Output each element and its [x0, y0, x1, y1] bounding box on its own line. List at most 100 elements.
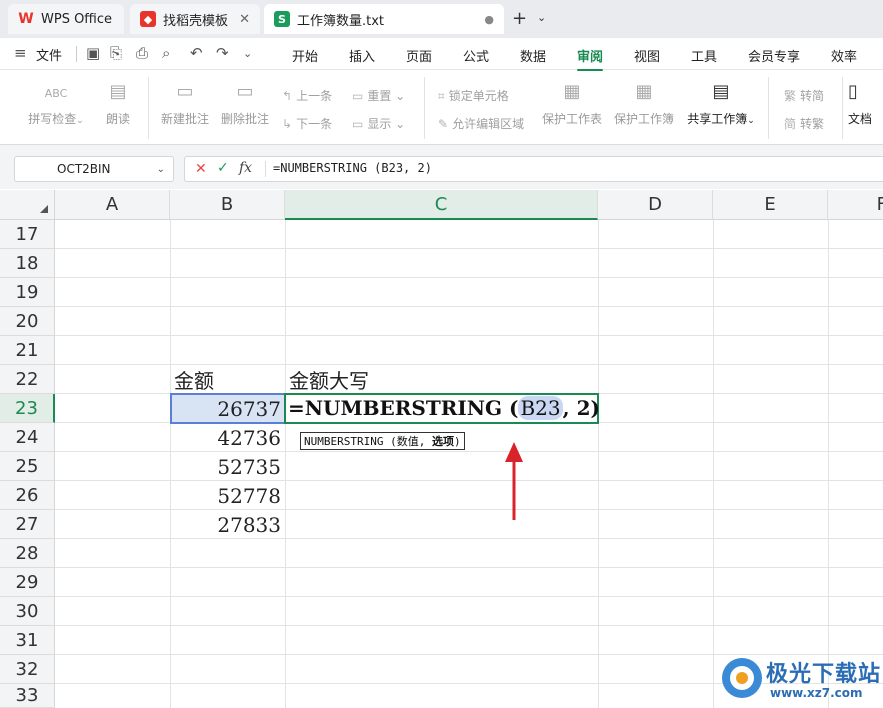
tab-wps-office[interactable]: W WPS Office	[8, 4, 124, 34]
select-all-corner[interactable]	[0, 190, 55, 220]
protect-book-icon: ▦	[635, 81, 653, 102]
to-traditional-button[interactable]: 繁转简	[784, 87, 824, 104]
wps-logo-icon: W	[18, 11, 34, 27]
prev-label: 上一条	[296, 89, 333, 103]
row-header-25[interactable]: 25	[0, 452, 55, 481]
lock-cell-label: 锁定单元格	[448, 89, 509, 103]
cell-b23[interactable]: 26737	[170, 394, 285, 423]
chevron-down-icon[interactable]: ⌄	[243, 47, 252, 60]
column-header-b[interactable]: B	[170, 190, 285, 220]
reset-button[interactable]: ▭ 重置 ⌄	[352, 87, 405, 104]
chevron-down-icon[interactable]: ⌄	[157, 164, 165, 175]
to-simplified-label: 转繁	[800, 117, 825, 131]
menu-start[interactable]: 开始	[292, 46, 318, 65]
row-header-27[interactable]: 27	[0, 510, 55, 539]
show-label: 显示	[367, 117, 392, 131]
menu-tools[interactable]: 工具	[691, 46, 717, 65]
menu-formula[interactable]: 公式	[463, 46, 489, 65]
export-icon[interactable]: ⎘	[110, 44, 122, 62]
row-header-19[interactable]: 19	[0, 278, 55, 307]
formula-text[interactable]: =NUMBERSTRING (B23, 2)	[273, 161, 432, 175]
cell-b26[interactable]: 52778	[170, 481, 285, 510]
unsaved-dot-icon[interactable]: ●	[484, 13, 494, 26]
column-header-a[interactable]: A	[55, 190, 170, 220]
allow-edit-range-label: 允许编辑区域	[452, 117, 525, 131]
name-box[interactable]: OCT2BIN ⌄	[14, 156, 174, 182]
cell-b22[interactable]: 金额	[170, 365, 285, 394]
formula-input[interactable]: ✕ ✓ fx =NUMBERSTRING (B23, 2)	[184, 156, 883, 182]
save-icon[interactable]: ▣	[86, 44, 100, 62]
divider	[768, 77, 769, 139]
function-tooltip: NUMBERSTRING (数值, 选项)	[300, 432, 465, 450]
close-icon[interactable]: ✕	[239, 12, 250, 27]
menu-file[interactable]: 文件	[36, 45, 62, 64]
lock-cell-button[interactable]: ⌗ 锁定单元格	[438, 87, 509, 104]
cell-c23-formula[interactable]: =NUMBERSTRING (B23, 2)	[288, 396, 600, 420]
hamburger-icon[interactable]: ≡	[14, 44, 27, 62]
menu-member[interactable]: 会员专享	[748, 46, 800, 65]
row-header-22[interactable]: 22	[0, 365, 55, 394]
cell-b25[interactable]: 52735	[170, 452, 285, 481]
protect-book-button[interactable]: ▦ 保护工作簿	[612, 81, 676, 127]
confirm-icon[interactable]: ✓	[217, 160, 229, 176]
prev-comment-button[interactable]: ↰ 上一条	[282, 87, 332, 104]
row-header-28[interactable]: 28	[0, 539, 55, 568]
read-aloud-label: 朗读	[105, 112, 130, 126]
cancel-icon[interactable]: ✕	[195, 161, 207, 177]
cell-b27[interactable]: 27833	[170, 510, 285, 539]
next-comment-button[interactable]: ↳ 下一条	[282, 115, 332, 132]
row-header-31[interactable]: 31	[0, 626, 55, 655]
protect-sheet-button[interactable]: ▦ 保护工作表	[540, 81, 604, 127]
read-aloud-button[interactable]: ▤ 朗读	[88, 81, 148, 127]
column-header-f[interactable]: F	[828, 190, 883, 220]
menu-data[interactable]: 数据	[520, 46, 546, 65]
insert-function-icon[interactable]: fx	[239, 160, 252, 176]
row-header-23[interactable]: 23	[0, 394, 55, 423]
prev-icon: ↰	[282, 89, 293, 103]
print-icon[interactable]: ⎙	[136, 44, 148, 62]
to-simplified-button[interactable]: 简转繁	[784, 115, 824, 132]
protect-book-label: 保护工作簿	[613, 112, 674, 126]
menu-efficiency[interactable]: 效率	[831, 46, 857, 65]
row-header-20[interactable]: 20	[0, 307, 55, 336]
new-comment-button[interactable]: ▭ 新建批注	[155, 81, 215, 127]
column-header-e[interactable]: E	[713, 190, 828, 220]
document-button[interactable]: ▯ 文档	[848, 81, 883, 127]
watermark-brand: 极光下载站	[766, 662, 882, 687]
delete-comment-button[interactable]: ▭ 删除批注	[215, 81, 275, 127]
new-tab-icon[interactable]: +	[512, 8, 527, 29]
row-header-17[interactable]: 17	[0, 220, 55, 249]
show-button[interactable]: ▭ 显示 ⌄	[352, 115, 405, 132]
protect-sheet-label: 保护工作表	[541, 112, 602, 126]
row-header-33[interactable]: 33	[0, 684, 55, 708]
cell-b24[interactable]: 42736	[170, 423, 285, 452]
row-header-18[interactable]: 18	[0, 249, 55, 278]
ribbon-review: ABC 拼写检查⌄ ▤ 朗读 ▭ 新建批注 ▭ 删除批注 ↰ 上一条 ↳ 下一条 ▭…	[0, 71, 883, 145]
chevron-down-icon[interactable]: ⌄	[537, 11, 546, 24]
cell-c22[interactable]: 金额大写	[285, 365, 598, 394]
tab-label: 工作簿数量.txt	[297, 13, 385, 29]
menu-insert[interactable]: 插入	[349, 46, 375, 65]
column-header-c[interactable]: C	[285, 190, 598, 220]
column-header-d[interactable]: D	[598, 190, 713, 220]
menu-page[interactable]: 页面	[406, 46, 432, 65]
print-preview-icon[interactable]: ⌕	[162, 44, 170, 62]
tab-template[interactable]: ◆ 找稻壳模板 ✕	[130, 4, 260, 34]
spell-check-button[interactable]: ABC 拼写检查⌄	[26, 81, 86, 127]
undo-icon[interactable]: ↶	[190, 44, 203, 62]
allow-edit-range-button[interactable]: ✎ 允许编辑区域	[438, 115, 524, 132]
row-header-26[interactable]: 26	[0, 481, 55, 510]
formula-suffix: , 2)	[562, 396, 600, 420]
redo-icon[interactable]: ↷	[216, 44, 229, 62]
divider	[424, 77, 425, 139]
row-header-29[interactable]: 29	[0, 568, 55, 597]
tab-workbook[interactable]: S 工作簿数量.txt ●	[264, 4, 504, 34]
row-header-24[interactable]: 24	[0, 423, 55, 452]
menu-review[interactable]: 审阅	[577, 46, 604, 71]
row-header-32[interactable]: 32	[0, 655, 55, 684]
row-header-21[interactable]: 21	[0, 336, 55, 365]
share-book-button[interactable]: ▤ 共享工作簿⌄	[684, 81, 758, 127]
tooltip-close: )	[453, 434, 461, 448]
row-header-30[interactable]: 30	[0, 597, 55, 626]
menu-view[interactable]: 视图	[634, 46, 660, 65]
